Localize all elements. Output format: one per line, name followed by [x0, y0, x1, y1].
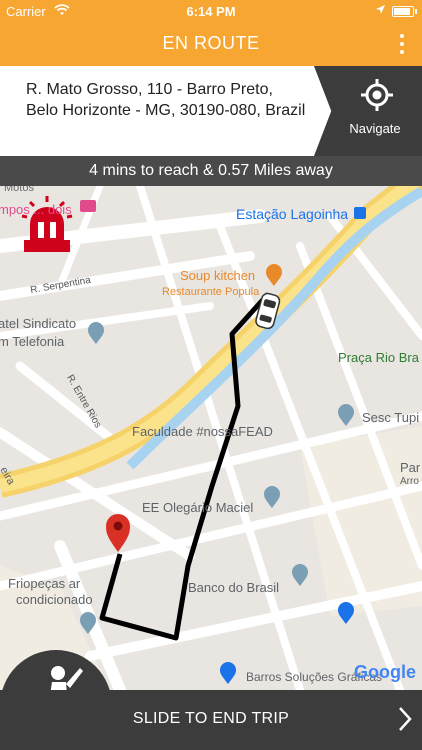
map-label-faculdade: Faculdade #nossaFEAD: [132, 424, 273, 439]
map-label-friopecas-1: Friopeças ar: [8, 576, 81, 591]
map-label-telefonia: m Telefonia: [0, 334, 65, 349]
map-label-olegario: EE Olegário Maciel: [142, 500, 254, 515]
map-label-motos: Motos: [4, 186, 34, 194]
map-label-sindicato: atel Sindicato: [0, 316, 77, 331]
route-map[interactable]: Motos mpos ... dois Estação Lagoinha R. …: [0, 186, 422, 690]
google-logo: Google: [354, 662, 416, 682]
map-label-par: Par: [400, 460, 421, 475]
map-label-soup-kitchen: Soup kitchen: [180, 268, 256, 283]
trip-eta-bar: 4 mins to reach & 0.57 Miles away: [0, 156, 422, 186]
map-label-empos: mpos ... dois: [0, 202, 72, 217]
map-label-praca: Praça Rio Bra: [338, 350, 419, 365]
status-bar: Carrier 6:14 PM: [0, 0, 422, 22]
destination-address: R. Mato Grosso, 110 - Barro Preto, Belo …: [26, 81, 306, 119]
battery-icon: [392, 6, 417, 17]
navigate-label: Navigate: [349, 121, 401, 136]
slide-to-end-trip-bar[interactable]: SLIDE TO END TRIP: [0, 690, 422, 750]
location-arrow-icon: [374, 3, 386, 20]
chevron-right-icon: [398, 706, 412, 737]
slide-to-end-trip-label: SLIDE TO END TRIP: [132, 710, 290, 727]
header-bar: EN ROUTE: [0, 22, 422, 66]
map-label-estacao: Estação Lagoinha: [236, 206, 349, 222]
clock: 6:14 PM: [186, 4, 236, 19]
map-label-arro: Arro: [400, 476, 419, 487]
crosshair-icon: [360, 78, 394, 117]
page-title: EN ROUTE: [162, 33, 260, 53]
map-label-friopecas-2: condicionado: [16, 592, 93, 607]
more-vertical-icon[interactable]: [400, 34, 404, 54]
map-label-banco: Banco do Brasil: [188, 580, 280, 595]
map-label-restaurante: Restaurante Popula: [162, 286, 260, 298]
map-label-sesc: Sesc Tupi: [362, 410, 420, 425]
